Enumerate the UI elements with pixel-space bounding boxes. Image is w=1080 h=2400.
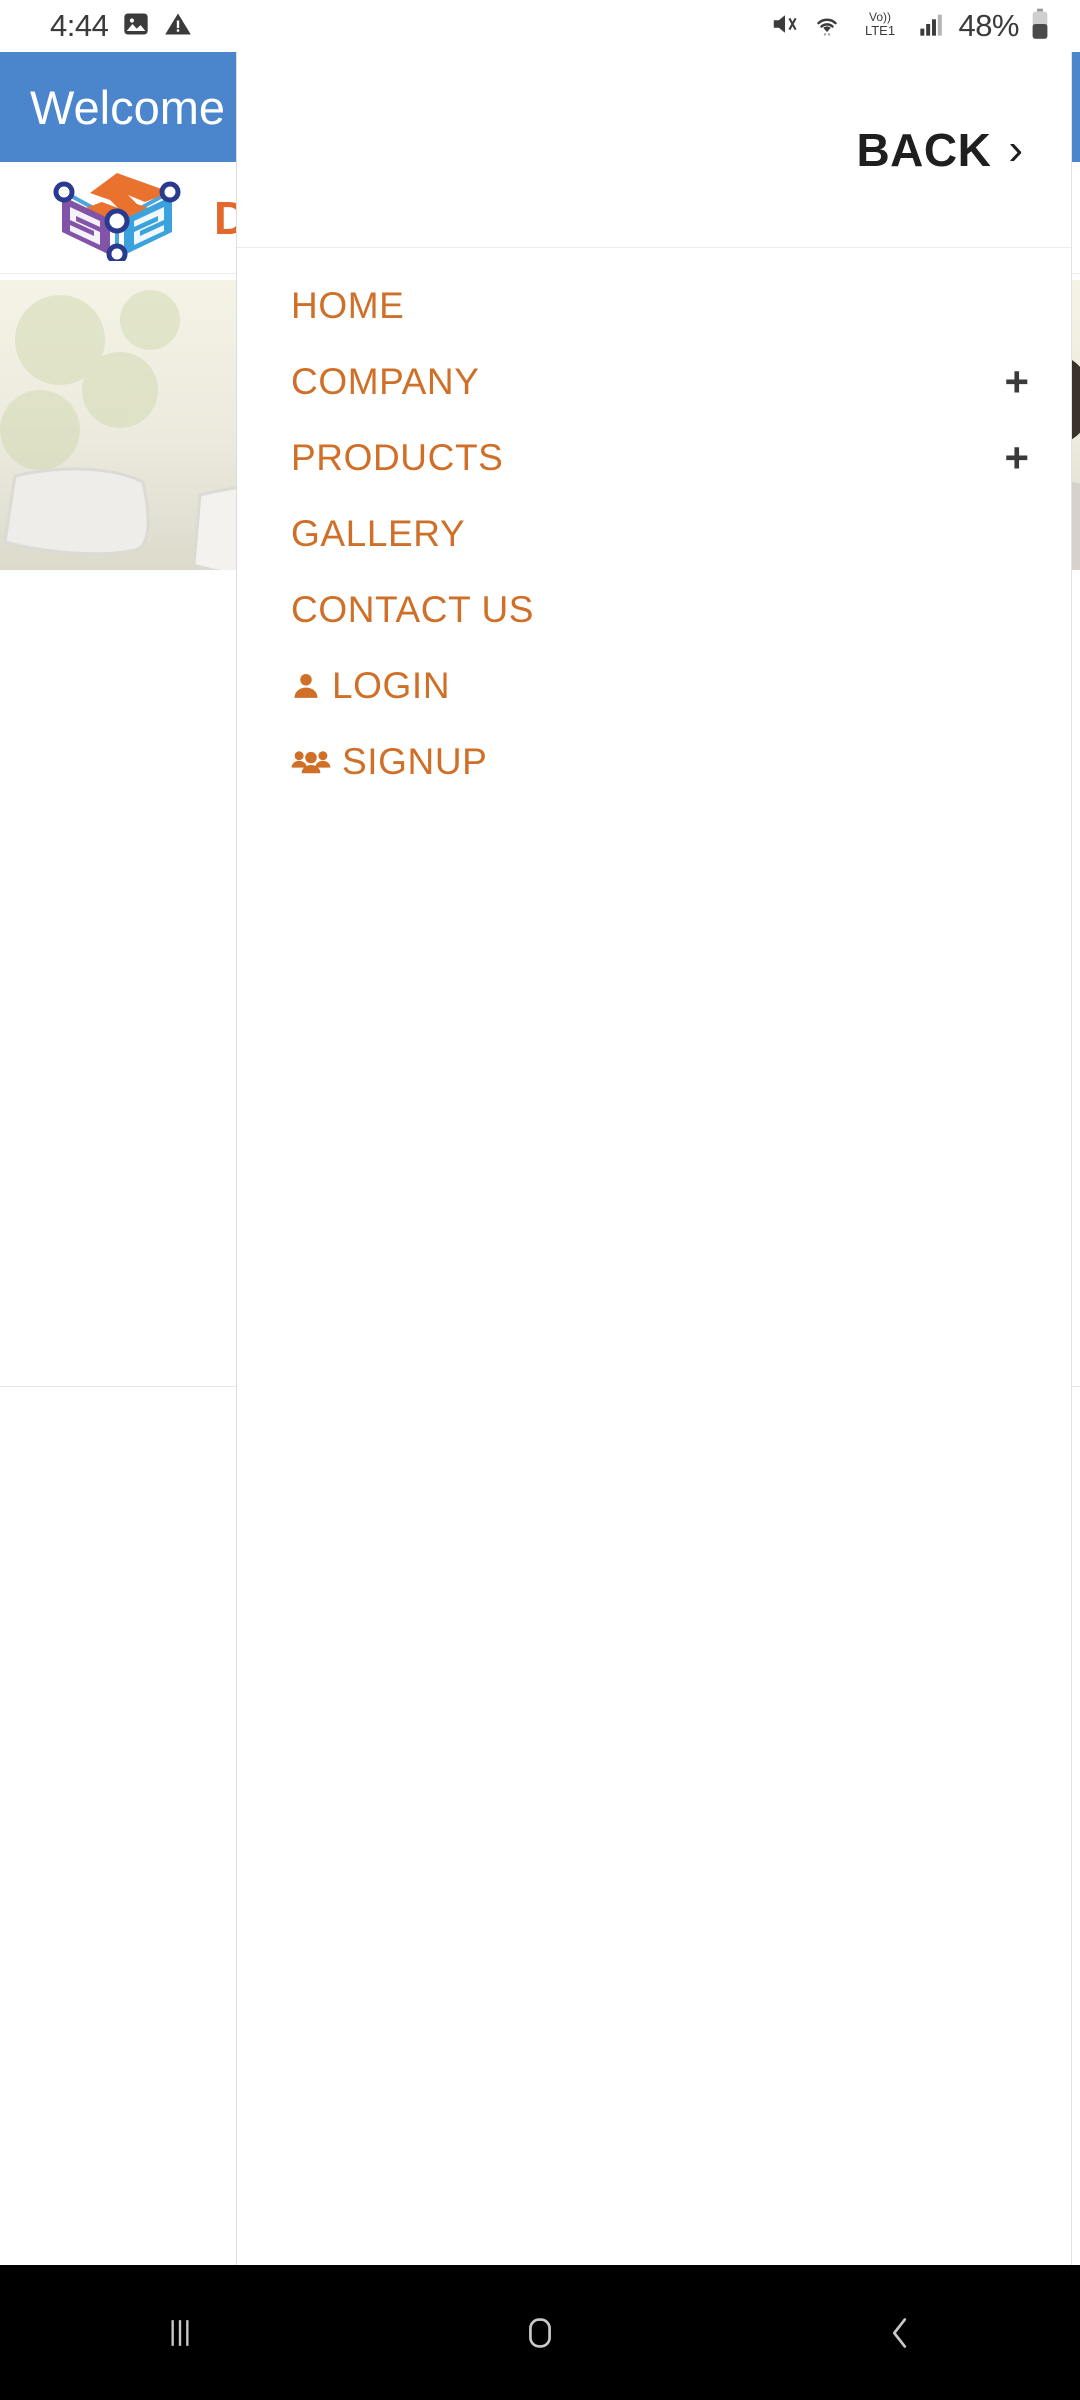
plus-icon[interactable]: + bbox=[1004, 361, 1029, 403]
chevron-right-icon: › bbox=[1008, 124, 1023, 174]
back-button[interactable]: BACK › bbox=[856, 123, 1023, 177]
menu-item-label: SIGNUP bbox=[342, 741, 488, 782]
menu-item-gallery[interactable]: GALLERY bbox=[237, 496, 1071, 572]
menu-item-products[interactable]: PRODUCTS + bbox=[237, 420, 1071, 496]
navigation-drawer: BACK › HOME COMPANY + PRODUCTS + GALLERY… bbox=[236, 52, 1072, 2265]
menu-item-label: LOGIN bbox=[332, 665, 451, 706]
status-bar-right: Vo)) LTE1 48% bbox=[770, 8, 1050, 45]
menu-item-signup[interactable]: SIGNUP bbox=[237, 724, 1071, 800]
svg-text:LTE1: LTE1 bbox=[865, 23, 895, 38]
status-time: 4:44 bbox=[50, 8, 109, 43]
wifi-icon bbox=[811, 9, 843, 44]
users-icon bbox=[291, 746, 331, 778]
svg-text:Vo)): Vo)) bbox=[869, 10, 891, 24]
android-navigation-bar bbox=[0, 2265, 1080, 2400]
menu-item-contact-us[interactable]: CONTACT US bbox=[237, 572, 1071, 648]
home-icon[interactable] bbox=[460, 2265, 620, 2400]
battery-icon bbox=[1030, 8, 1050, 45]
menu-item-home[interactable]: HOME bbox=[237, 268, 1071, 344]
battery-percent: 48% bbox=[958, 8, 1019, 43]
phone-screen: 4:44 Vo)) LTE1 48% Welcome D BACK › HOME… bbox=[0, 0, 1080, 2400]
menu-item-label: HOME bbox=[291, 285, 405, 326]
menu-item-label: PRODUCTS bbox=[291, 437, 504, 478]
menu-item-label: CONTACT US bbox=[291, 589, 535, 630]
user-icon bbox=[291, 670, 321, 702]
drawer-header: BACK › bbox=[237, 52, 1071, 248]
menu-item-company[interactable]: COMPANY + bbox=[237, 344, 1071, 420]
plus-icon[interactable]: + bbox=[1004, 437, 1029, 479]
menu-item-label: COMPANY bbox=[291, 361, 480, 402]
volte-lte1-icon: Vo)) LTE1 bbox=[854, 8, 906, 45]
back-button-label: BACK bbox=[856, 123, 992, 176]
back-icon[interactable] bbox=[820, 2265, 980, 2400]
menu-item-login[interactable]: LOGIN bbox=[237, 648, 1071, 724]
recent-apps-icon[interactable] bbox=[100, 2265, 260, 2400]
mute-icon bbox=[770, 9, 800, 44]
drawer-menu-list: HOME COMPANY + PRODUCTS + GALLERY CONTAC… bbox=[237, 248, 1071, 800]
image-icon bbox=[122, 10, 150, 43]
menu-item-label: GALLERY bbox=[291, 513, 466, 554]
status-bar: 4:44 Vo)) LTE1 48% bbox=[0, 0, 1080, 52]
signal-bars-icon bbox=[917, 10, 947, 43]
status-bar-left: 4:44 bbox=[50, 8, 192, 44]
warning-icon bbox=[164, 10, 192, 43]
